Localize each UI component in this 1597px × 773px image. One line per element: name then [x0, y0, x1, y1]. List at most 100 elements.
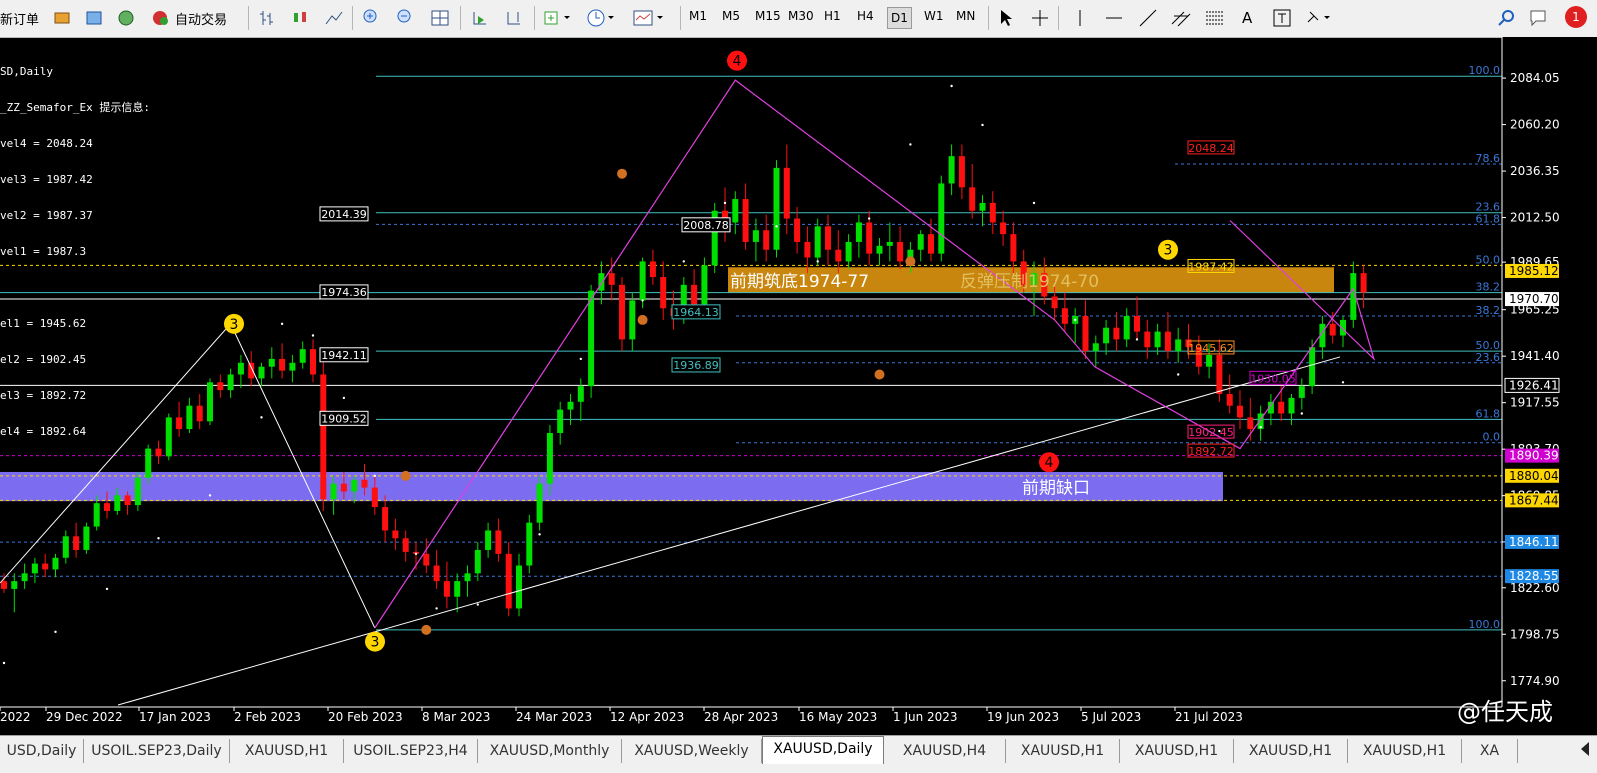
zoom-in-icon[interactable]: [362, 6, 382, 30]
chart-tab[interactable]: XAUUSD,H1: [230, 739, 344, 763]
candle-body: [917, 234, 924, 250]
candle-body: [938, 183, 945, 254]
x-tick-label: 16 May 2023: [799, 710, 877, 724]
tile-windows-icon[interactable]: [430, 6, 450, 30]
market-watch-icon[interactable]: [116, 6, 136, 30]
periods-icon[interactable]: [586, 6, 616, 30]
price-tag-label: 1926.41: [1509, 378, 1559, 392]
speech-icon[interactable]: [1528, 6, 1548, 30]
chart-tab[interactable]: XAUUSD,Daily: [762, 736, 884, 764]
timeframe-mn[interactable]: MN: [956, 9, 975, 23]
candle-body: [752, 230, 759, 242]
sar-dot: [682, 260, 685, 263]
indicator-line: el2 = 1902.45: [0, 353, 87, 366]
zoom-out-icon[interactable]: [396, 6, 416, 30]
chart-tab[interactable]: USOIL.SEP23,H4: [344, 739, 478, 763]
trendline-icon[interactable]: [1138, 6, 1158, 30]
semafor-marker-label: 3: [371, 635, 380, 651]
candle-body: [464, 573, 471, 582]
candle-body: [897, 241, 904, 262]
candle-body: [1123, 316, 1130, 340]
candle-body: [577, 386, 584, 402]
chart-tab[interactable]: XAUUSD,H1: [1234, 739, 1348, 763]
chart-tab[interactable]: XAUUSD,H1: [1006, 739, 1120, 763]
notification-badge[interactable]: 1: [1554, 6, 1590, 30]
chart-tab[interactable]: XAUUSD,H1: [1348, 739, 1462, 763]
semafor-dot: [617, 168, 627, 179]
indicator-line: [0, 282, 150, 294]
indicators-icon[interactable]: [542, 6, 572, 30]
candle-body: [21, 573, 28, 582]
candle-body: [928, 234, 934, 254]
timeframe-w1[interactable]: W1: [924, 9, 944, 23]
indicator-line: vel3 = 1987.42: [0, 173, 93, 186]
horizontal-line-icon[interactable]: [1104, 6, 1124, 30]
timeframe-h4[interactable]: H4: [857, 9, 874, 23]
chart-tab[interactable]: XA: [1462, 739, 1518, 763]
candle-body: [114, 495, 121, 511]
timeframe-m30[interactable]: M30: [788, 9, 814, 23]
price-chart[interactable]: 4 3 3 4 3 2014.39 1974.36 1942.11 1909.52 2008.78…: [0, 37, 1597, 735]
chart-tab[interactable]: XAUUSD,Weekly: [622, 739, 762, 763]
x-tick-label: 5 Jul 2023: [1081, 710, 1141, 724]
chart-tab[interactable]: XAUUSD,H1: [1120, 739, 1234, 763]
crosshair-icon[interactable]: [1030, 6, 1050, 30]
chart-tab[interactable]: XAUUSD,Monthly: [478, 739, 622, 763]
line-chart-icon[interactable]: [324, 6, 344, 30]
candle-body: [73, 536, 80, 550]
candle-body: [536, 483, 543, 523]
data-window-icon[interactable]: [84, 6, 104, 30]
candle-body: [516, 565, 522, 609]
bar-chart-icon[interactable]: [258, 6, 278, 30]
fib-label: 100.0: [1469, 618, 1501, 631]
candle-body: [1278, 401, 1285, 414]
chart-tab[interactable]: USD,Daily: [0, 739, 84, 763]
search-icon[interactable]: [1496, 6, 1516, 30]
candle-body: [567, 401, 574, 410]
auto-trade-button[interactable]: 自动交易: [150, 6, 227, 30]
sar-dot: [909, 143, 912, 146]
cursor-icon[interactable]: [996, 6, 1016, 30]
arrows-icon[interactable]: [1304, 6, 1334, 30]
chart-tab[interactable]: XAUUSD,H4: [884, 739, 1006, 763]
sar-dot: [1032, 201, 1036, 205]
sar-dot: [1074, 318, 1077, 322]
templates-icon[interactable]: [632, 6, 664, 30]
auto-scroll-icon[interactable]: [470, 6, 490, 30]
sar-dot: [373, 474, 376, 478]
channel-icon[interactable]: [1170, 6, 1192, 30]
candle-body: [340, 483, 347, 492]
candle-body: [1144, 331, 1151, 348]
x-tick-label: 19 Jun 2023: [987, 710, 1059, 724]
timeframe-m5[interactable]: M5: [722, 9, 740, 23]
semafor-level-label: 1945.62: [1188, 342, 1234, 355]
text-icon[interactable]: A: [1242, 6, 1252, 30]
fibonacci-icon[interactable]: [1204, 6, 1226, 30]
level-label: 1974.36: [321, 286, 367, 299]
candle-body: [742, 199, 749, 242]
candle-body: [52, 557, 59, 570]
metaeditor-icon[interactable]: [52, 6, 72, 30]
chart-shift-icon[interactable]: [504, 6, 524, 30]
timeframe-h1[interactable]: H1: [824, 9, 841, 23]
candle-body: [1247, 417, 1254, 430]
support-zone-label: 前期筑底1974-77: [730, 272, 869, 292]
x-tick-label: 12 Apr 2023: [610, 710, 684, 724]
timeframe-m1[interactable]: M1: [689, 9, 707, 23]
timeframe-m15[interactable]: M15: [755, 9, 781, 23]
timeframe-d1[interactable]: D1: [887, 7, 912, 29]
price-tag-label: 1880.04: [1509, 469, 1559, 483]
candle-body: [454, 581, 461, 597]
candle-body: [268, 358, 275, 367]
candle-body: [835, 249, 842, 262]
vertical-line-icon[interactable]: [1070, 6, 1090, 30]
new-order-button[interactable]: 新订单: [0, 6, 39, 30]
candlestick-icon[interactable]: [290, 6, 310, 30]
chart-tab[interactable]: USOIL.SEP23,Daily: [84, 739, 230, 763]
candle-body: [1051, 296, 1058, 309]
level-label: 1936.89: [673, 359, 719, 372]
text-label-icon[interactable]: [1272, 6, 1292, 30]
sar-dot: [54, 630, 57, 634]
tab-scroll-left-icon[interactable]: [1581, 742, 1589, 756]
y-tick-label: 2036.35: [1510, 164, 1560, 178]
